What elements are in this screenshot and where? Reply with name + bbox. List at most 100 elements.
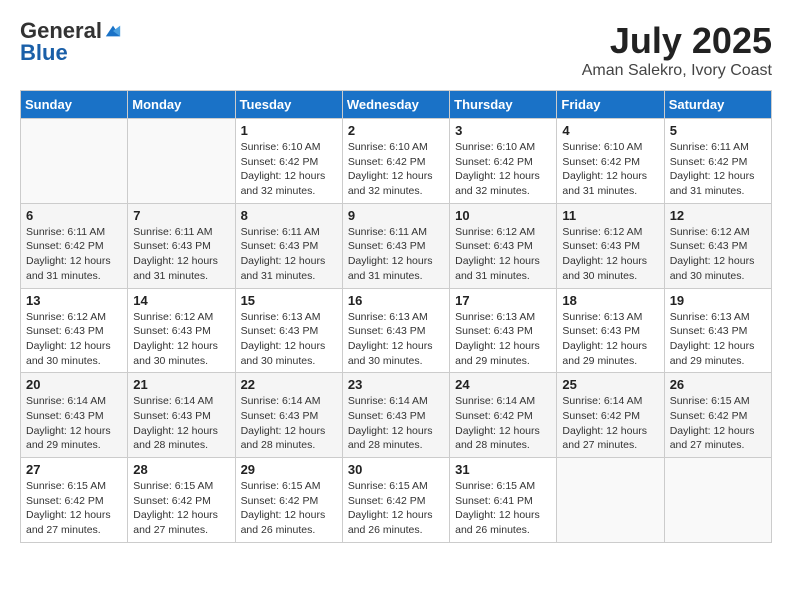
day-number: 7 (133, 208, 229, 223)
cell-info: Sunrise: 6:12 AMSunset: 6:43 PMDaylight:… (455, 226, 540, 282)
day-number: 4 (562, 123, 658, 138)
day-number: 3 (455, 123, 551, 138)
header-friday: Friday (557, 91, 664, 119)
calendar-table: SundayMondayTuesdayWednesdayThursdayFrid… (20, 90, 772, 543)
cell-info: Sunrise: 6:11 AMSunset: 6:43 PMDaylight:… (348, 226, 433, 282)
day-number: 9 (348, 208, 444, 223)
calendar-cell: 19 Sunrise: 6:13 AMSunset: 6:43 PMDaylig… (664, 288, 771, 373)
cell-info: Sunrise: 6:13 AMSunset: 6:43 PMDaylight:… (348, 311, 433, 367)
calendar-cell (664, 458, 771, 543)
calendar-cell: 20 Sunrise: 6:14 AMSunset: 6:43 PMDaylig… (21, 373, 128, 458)
calendar-cell: 23 Sunrise: 6:14 AMSunset: 6:43 PMDaylig… (342, 373, 449, 458)
day-number: 6 (26, 208, 122, 223)
day-number: 30 (348, 462, 444, 477)
calendar-cell: 16 Sunrise: 6:13 AMSunset: 6:43 PMDaylig… (342, 288, 449, 373)
calendar-cell: 4 Sunrise: 6:10 AMSunset: 6:42 PMDayligh… (557, 119, 664, 204)
calendar-cell: 24 Sunrise: 6:14 AMSunset: 6:42 PMDaylig… (450, 373, 557, 458)
cell-info: Sunrise: 6:12 AMSunset: 6:43 PMDaylight:… (133, 311, 218, 367)
cell-info: Sunrise: 6:10 AMSunset: 6:42 PMDaylight:… (455, 141, 540, 197)
calendar-cell: 9 Sunrise: 6:11 AMSunset: 6:43 PMDayligh… (342, 203, 449, 288)
cell-info: Sunrise: 6:12 AMSunset: 6:43 PMDaylight:… (26, 311, 111, 367)
day-number: 25 (562, 377, 658, 392)
cell-info: Sunrise: 6:15 AMSunset: 6:42 PMDaylight:… (348, 480, 433, 536)
day-number: 16 (348, 293, 444, 308)
calendar-cell: 13 Sunrise: 6:12 AMSunset: 6:43 PMDaylig… (21, 288, 128, 373)
calendar-cell: 18 Sunrise: 6:13 AMSunset: 6:43 PMDaylig… (557, 288, 664, 373)
day-number: 14 (133, 293, 229, 308)
day-number: 1 (241, 123, 337, 138)
day-number: 27 (26, 462, 122, 477)
calendar-header-row: SundayMondayTuesdayWednesdayThursdayFrid… (21, 91, 772, 119)
day-number: 10 (455, 208, 551, 223)
calendar-cell: 28 Sunrise: 6:15 AMSunset: 6:42 PMDaylig… (128, 458, 235, 543)
day-number: 19 (670, 293, 766, 308)
week-row-2: 6 Sunrise: 6:11 AMSunset: 6:42 PMDayligh… (21, 203, 772, 288)
day-number: 22 (241, 377, 337, 392)
header-thursday: Thursday (450, 91, 557, 119)
day-number: 12 (670, 208, 766, 223)
header-monday: Monday (128, 91, 235, 119)
calendar-cell: 21 Sunrise: 6:14 AMSunset: 6:43 PMDaylig… (128, 373, 235, 458)
day-number: 28 (133, 462, 229, 477)
calendar-cell (557, 458, 664, 543)
cell-info: Sunrise: 6:14 AMSunset: 6:42 PMDaylight:… (455, 395, 540, 451)
calendar-cell: 6 Sunrise: 6:11 AMSunset: 6:42 PMDayligh… (21, 203, 128, 288)
cell-info: Sunrise: 6:11 AMSunset: 6:42 PMDaylight:… (670, 141, 755, 197)
day-number: 17 (455, 293, 551, 308)
page-subtitle: Aman Salekro, Ivory Coast (582, 62, 772, 80)
header-tuesday: Tuesday (235, 91, 342, 119)
cell-info: Sunrise: 6:10 AMSunset: 6:42 PMDaylight:… (348, 141, 433, 197)
day-number: 21 (133, 377, 229, 392)
logo: General Blue (20, 20, 122, 64)
calendar-cell: 11 Sunrise: 6:12 AMSunset: 6:43 PMDaylig… (557, 203, 664, 288)
calendar-cell: 12 Sunrise: 6:12 AMSunset: 6:43 PMDaylig… (664, 203, 771, 288)
cell-info: Sunrise: 6:14 AMSunset: 6:43 PMDaylight:… (133, 395, 218, 451)
calendar-cell: 27 Sunrise: 6:15 AMSunset: 6:42 PMDaylig… (21, 458, 128, 543)
calendar-cell: 29 Sunrise: 6:15 AMSunset: 6:42 PMDaylig… (235, 458, 342, 543)
calendar-cell: 14 Sunrise: 6:12 AMSunset: 6:43 PMDaylig… (128, 288, 235, 373)
calendar-cell: 30 Sunrise: 6:15 AMSunset: 6:42 PMDaylig… (342, 458, 449, 543)
cell-info: Sunrise: 6:10 AMSunset: 6:42 PMDaylight:… (562, 141, 647, 197)
calendar-cell: 15 Sunrise: 6:13 AMSunset: 6:43 PMDaylig… (235, 288, 342, 373)
week-row-3: 13 Sunrise: 6:12 AMSunset: 6:43 PMDaylig… (21, 288, 772, 373)
cell-info: Sunrise: 6:12 AMSunset: 6:43 PMDaylight:… (670, 226, 755, 282)
calendar-cell: 22 Sunrise: 6:14 AMSunset: 6:43 PMDaylig… (235, 373, 342, 458)
logo-icon (104, 22, 122, 40)
cell-info: Sunrise: 6:13 AMSunset: 6:43 PMDaylight:… (562, 311, 647, 367)
cell-info: Sunrise: 6:15 AMSunset: 6:41 PMDaylight:… (455, 480, 540, 536)
logo-blue: Blue (20, 42, 68, 64)
calendar-cell: 17 Sunrise: 6:13 AMSunset: 6:43 PMDaylig… (450, 288, 557, 373)
cell-info: Sunrise: 6:14 AMSunset: 6:43 PMDaylight:… (26, 395, 111, 451)
calendar-cell (128, 119, 235, 204)
title-block: July 2025 Aman Salekro, Ivory Coast (582, 20, 772, 80)
cell-info: Sunrise: 6:11 AMSunset: 6:43 PMDaylight:… (241, 226, 326, 282)
day-number: 31 (455, 462, 551, 477)
day-number: 26 (670, 377, 766, 392)
calendar-cell: 8 Sunrise: 6:11 AMSunset: 6:43 PMDayligh… (235, 203, 342, 288)
cell-info: Sunrise: 6:11 AMSunset: 6:43 PMDaylight:… (133, 226, 218, 282)
day-number: 11 (562, 208, 658, 223)
day-number: 18 (562, 293, 658, 308)
cell-info: Sunrise: 6:11 AMSunset: 6:42 PMDaylight:… (26, 226, 111, 282)
cell-info: Sunrise: 6:13 AMSunset: 6:43 PMDaylight:… (455, 311, 540, 367)
cell-info: Sunrise: 6:14 AMSunset: 6:43 PMDaylight:… (348, 395, 433, 451)
cell-info: Sunrise: 6:14 AMSunset: 6:42 PMDaylight:… (562, 395, 647, 451)
header-sunday: Sunday (21, 91, 128, 119)
header-wednesday: Wednesday (342, 91, 449, 119)
week-row-4: 20 Sunrise: 6:14 AMSunset: 6:43 PMDaylig… (21, 373, 772, 458)
calendar-cell: 2 Sunrise: 6:10 AMSunset: 6:42 PMDayligh… (342, 119, 449, 204)
day-number: 2 (348, 123, 444, 138)
day-number: 13 (26, 293, 122, 308)
day-number: 5 (670, 123, 766, 138)
calendar-cell: 25 Sunrise: 6:14 AMSunset: 6:42 PMDaylig… (557, 373, 664, 458)
cell-info: Sunrise: 6:12 AMSunset: 6:43 PMDaylight:… (562, 226, 647, 282)
day-number: 24 (455, 377, 551, 392)
cell-info: Sunrise: 6:13 AMSunset: 6:43 PMDaylight:… (241, 311, 326, 367)
calendar-cell: 5 Sunrise: 6:11 AMSunset: 6:42 PMDayligh… (664, 119, 771, 204)
page-header: General Blue July 2025 Aman Salekro, Ivo… (20, 20, 772, 80)
calendar-cell: 26 Sunrise: 6:15 AMSunset: 6:42 PMDaylig… (664, 373, 771, 458)
calendar-cell: 7 Sunrise: 6:11 AMSunset: 6:43 PMDayligh… (128, 203, 235, 288)
day-number: 29 (241, 462, 337, 477)
cell-info: Sunrise: 6:15 AMSunset: 6:42 PMDaylight:… (241, 480, 326, 536)
cell-info: Sunrise: 6:13 AMSunset: 6:43 PMDaylight:… (670, 311, 755, 367)
